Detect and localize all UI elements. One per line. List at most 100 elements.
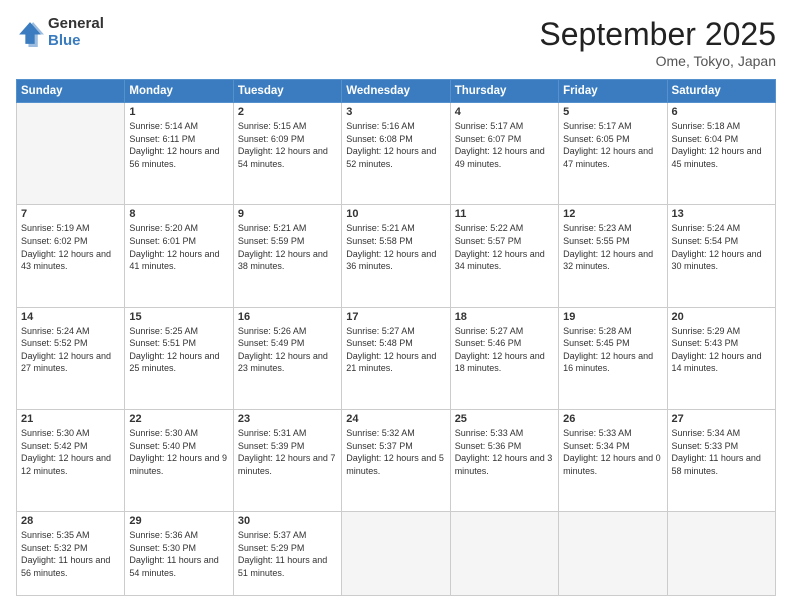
calendar-cell: 15 Sunrise: 5:25 AMSunset: 5:51 PMDayligh…: [125, 307, 233, 409]
day-number: 15: [129, 311, 228, 323]
day-info: Sunrise: 5:18 AMSunset: 6:04 PMDaylight:…: [672, 120, 771, 170]
day-number: 1: [129, 106, 228, 118]
calendar-cell: 5 Sunrise: 5:17 AMSunset: 6:05 PMDaylight…: [559, 103, 667, 205]
calendar-cell: 8 Sunrise: 5:20 AMSunset: 6:01 PMDaylight…: [125, 205, 233, 307]
day-info: Sunrise: 5:28 AMSunset: 5:45 PMDaylight:…: [563, 325, 662, 375]
day-number: 22: [129, 413, 228, 425]
calendar-cell: 6 Sunrise: 5:18 AMSunset: 6:04 PMDaylight…: [667, 103, 775, 205]
day-number: 20: [672, 311, 771, 323]
logo-general: General: [48, 16, 104, 33]
day-number: 30: [238, 515, 337, 527]
day-number: 19: [563, 311, 662, 323]
day-info: Sunrise: 5:27 AMSunset: 5:48 PMDaylight:…: [346, 325, 445, 375]
day-info: Sunrise: 5:30 AMSunset: 5:42 PMDaylight:…: [21, 427, 120, 477]
day-info: Sunrise: 5:15 AMSunset: 6:09 PMDaylight:…: [238, 120, 337, 170]
day-number: 9: [238, 208, 337, 220]
calendar-cell: 4 Sunrise: 5:17 AMSunset: 6:07 PMDaylight…: [450, 103, 558, 205]
calendar-cell: 16Sunrise: 5:26 AMSunset: 5:49 PMDayligh…: [233, 307, 341, 409]
day-info: Sunrise: 5:32 AMSunset: 5:37 PMDaylight:…: [346, 427, 445, 477]
header: General Blue September 2025 Ome, Tokyo, …: [16, 16, 776, 69]
day-info: Sunrise: 5:33 AMSunset: 5:34 PMDaylight:…: [563, 427, 662, 477]
day-info: Sunrise: 5:14 AMSunset: 6:11 PMDaylight:…: [129, 120, 228, 170]
logo-icon: [16, 19, 44, 47]
day-number: 7: [21, 208, 120, 220]
calendar-cell: 21 Sunrise: 5:30 AMSunset: 5:42 PMDayligh…: [17, 409, 125, 511]
calendar-cell: 17 Sunrise: 5:27 AMSunset: 5:48 PMDayligh…: [342, 307, 450, 409]
calendar-cell: 20 Sunrise: 5:29 AMSunset: 5:43 PMDayligh…: [667, 307, 775, 409]
weekday-header: Friday: [559, 80, 667, 103]
location: Ome, Tokyo, Japan: [539, 53, 776, 69]
calendar-cell: 28 Sunrise: 5:35 AMSunset: 5:32 PMDayligh…: [17, 512, 125, 596]
calendar-cell: 26Sunrise: 5:33 AMSunset: 5:34 PMDayligh…: [559, 409, 667, 511]
calendar-cell: 27Sunrise: 5:34 AMSunset: 5:33 PMDayligh…: [667, 409, 775, 511]
calendar-cell: 18 Sunrise: 5:27 AMSunset: 5:46 PMDayligh…: [450, 307, 558, 409]
calendar-cell: 29Sunrise: 5:36 AMSunset: 5:30 PMDayligh…: [125, 512, 233, 596]
weekday-header: Saturday: [667, 80, 775, 103]
day-number: 17: [346, 311, 445, 323]
calendar-cell: 9Sunrise: 5:21 AMSunset: 5:59 PMDaylight…: [233, 205, 341, 307]
month-title: September 2025: [539, 16, 776, 53]
day-number: 10: [346, 208, 445, 220]
logo-blue: Blue: [48, 33, 104, 50]
day-info: Sunrise: 5:16 AMSunset: 6:08 PMDaylight:…: [346, 120, 445, 170]
calendar-cell: 14 Sunrise: 5:24 AMSunset: 5:52 PMDayligh…: [17, 307, 125, 409]
day-number: 12: [563, 208, 662, 220]
calendar-table: SundayMondayTuesdayWednesdayThursdayFrid…: [16, 79, 776, 596]
header-row: SundayMondayTuesdayWednesdayThursdayFrid…: [17, 80, 776, 103]
calendar-cell: 10Sunrise: 5:21 AMSunset: 5:58 PMDayligh…: [342, 205, 450, 307]
day-info: Sunrise: 5:24 AMSunset: 5:54 PMDaylight:…: [672, 222, 771, 272]
logo-text: General Blue: [48, 16, 104, 49]
page: General Blue September 2025 Ome, Tokyo, …: [0, 0, 792, 612]
day-info: Sunrise: 5:19 AMSunset: 6:02 PMDaylight:…: [21, 222, 120, 272]
day-number: 21: [21, 413, 120, 425]
week-row: 7 Sunrise: 5:19 AMSunset: 6:02 PMDaylight…: [17, 205, 776, 307]
calendar-cell: [559, 512, 667, 596]
calendar-cell: 3 Sunrise: 5:16 AMSunset: 6:08 PMDaylight…: [342, 103, 450, 205]
day-info: Sunrise: 5:17 AMSunset: 6:07 PMDaylight:…: [455, 120, 554, 170]
day-number: 3: [346, 106, 445, 118]
day-info: Sunrise: 5:33 AMSunset: 5:36 PMDaylight:…: [455, 427, 554, 477]
day-info: Sunrise: 5:23 AMSunset: 5:55 PMDaylight:…: [563, 222, 662, 272]
day-info: Sunrise: 5:22 AMSunset: 5:57 PMDaylight:…: [455, 222, 554, 272]
weekday-header: Tuesday: [233, 80, 341, 103]
day-number: 28: [21, 515, 120, 527]
day-info: Sunrise: 5:30 AMSunset: 5:40 PMDaylight:…: [129, 427, 228, 477]
calendar-cell: 19 Sunrise: 5:28 AMSunset: 5:45 PMDayligh…: [559, 307, 667, 409]
day-number: 8: [129, 208, 228, 220]
day-info: Sunrise: 5:20 AMSunset: 6:01 PMDaylight:…: [129, 222, 228, 272]
day-info: Sunrise: 5:34 AMSunset: 5:33 PMDaylight:…: [672, 427, 771, 477]
calendar-cell: 7 Sunrise: 5:19 AMSunset: 6:02 PMDaylight…: [17, 205, 125, 307]
calendar-cell: 1 Sunrise: 5:14 AMSunset: 6:11 PMDaylight…: [125, 103, 233, 205]
calendar-cell: 12 Sunrise: 5:23 AMSunset: 5:55 PMDayligh…: [559, 205, 667, 307]
day-info: Sunrise: 5:35 AMSunset: 5:32 PMDaylight:…: [21, 529, 120, 579]
day-number: 5: [563, 106, 662, 118]
logo: General Blue: [16, 16, 104, 49]
day-info: Sunrise: 5:26 AMSunset: 5:49 PMDaylight:…: [238, 325, 337, 375]
weekday-header: Sunday: [17, 80, 125, 103]
calendar-cell: [667, 512, 775, 596]
day-info: Sunrise: 5:37 AMSunset: 5:29 PMDaylight:…: [238, 529, 337, 579]
weekday-header: Wednesday: [342, 80, 450, 103]
calendar-cell: 24Sunrise: 5:32 AMSunset: 5:37 PMDayligh…: [342, 409, 450, 511]
day-info: Sunrise: 5:27 AMSunset: 5:46 PMDaylight:…: [455, 325, 554, 375]
week-row: 21 Sunrise: 5:30 AMSunset: 5:42 PMDayligh…: [17, 409, 776, 511]
day-info: Sunrise: 5:31 AMSunset: 5:39 PMDaylight:…: [238, 427, 337, 477]
calendar-cell: [342, 512, 450, 596]
day-info: Sunrise: 5:24 AMSunset: 5:52 PMDaylight:…: [21, 325, 120, 375]
calendar-cell: 11Sunrise: 5:22 AMSunset: 5:57 PMDayligh…: [450, 205, 558, 307]
day-info: Sunrise: 5:29 AMSunset: 5:43 PMDaylight:…: [672, 325, 771, 375]
day-number: 25: [455, 413, 554, 425]
calendar-cell: 25 Sunrise: 5:33 AMSunset: 5:36 PMDayligh…: [450, 409, 558, 511]
calendar-cell: 22 Sunrise: 5:30 AMSunset: 5:40 PMDayligh…: [125, 409, 233, 511]
day-number: 18: [455, 311, 554, 323]
day-number: 14: [21, 311, 120, 323]
day-number: 23: [238, 413, 337, 425]
week-row: 1 Sunrise: 5:14 AMSunset: 6:11 PMDaylight…: [17, 103, 776, 205]
day-number: 6: [672, 106, 771, 118]
day-info: Sunrise: 5:36 AMSunset: 5:30 PMDaylight:…: [129, 529, 228, 579]
day-info: Sunrise: 5:17 AMSunset: 6:05 PMDaylight:…: [563, 120, 662, 170]
day-info: Sunrise: 5:25 AMSunset: 5:51 PMDaylight:…: [129, 325, 228, 375]
day-number: 4: [455, 106, 554, 118]
title-area: September 2025 Ome, Tokyo, Japan: [539, 16, 776, 69]
week-row: 28 Sunrise: 5:35 AMSunset: 5:32 PMDayligh…: [17, 512, 776, 596]
